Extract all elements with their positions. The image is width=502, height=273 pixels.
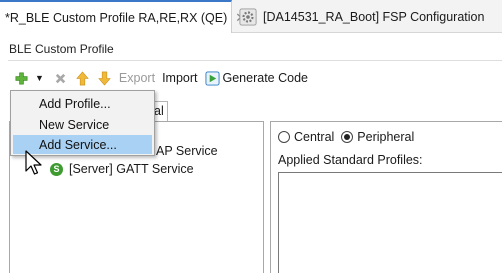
- tab-label: [DA14531_RA_Boot] FSP Configuration: [263, 9, 485, 24]
- applied-profiles-list[interactable]: [278, 172, 502, 273]
- applied-profiles-label: Applied Standard Profiles:: [278, 153, 423, 167]
- generate-code-label: Generate Code: [222, 71, 308, 85]
- peripheral-radio[interactable]: [341, 131, 354, 143]
- service-icon: S: [50, 162, 63, 176]
- delete-button[interactable]: [53, 71, 68, 86]
- chevron-down-icon[interactable]: ▼: [35, 73, 44, 83]
- tab-fsp-configuration[interactable]: [DA14531_RA_Boot] FSP Configuration: [233, 0, 502, 33]
- tree-item-label: AP Service: [156, 144, 218, 158]
- arrow-up-icon: [76, 71, 89, 85]
- central-radio[interactable]: [278, 131, 290, 143]
- plus-icon: [15, 72, 28, 84]
- arrow-down-icon: [98, 71, 111, 85]
- add-button[interactable]: [14, 71, 29, 86]
- editor-tab-bar: *R_BLE Custom Profile RA,RE,RX (QE) ✕ [D…: [0, 0, 502, 33]
- move-down-button[interactable]: [97, 71, 112, 86]
- tree-item-gatt-service[interactable]: S [Server] GATT Service: [50, 162, 194, 176]
- central-label: Central: [294, 130, 335, 144]
- mouse-pointer-icon: [25, 150, 42, 175]
- generate-code-button[interactable]: Generate Code: [204, 70, 308, 86]
- tab-ble-custom-profile[interactable]: *R_BLE Custom Profile RA,RE,RX (QE) ✕: [0, 0, 246, 33]
- role-selector: Central Peripheral: [278, 130, 414, 144]
- tree-item-gap-service[interactable]: AP Service: [156, 144, 218, 158]
- menu-item-add-profile[interactable]: Add Profile...: [13, 94, 152, 113]
- tab-label: *R_BLE Custom Profile RA,RE,RX (QE): [5, 10, 228, 25]
- menu-item-new-service[interactable]: New Service: [13, 115, 152, 134]
- import-button[interactable]: Import: [162, 71, 197, 85]
- page-title: BLE Custom Profile: [9, 42, 114, 56]
- gear-icon: [239, 7, 257, 26]
- move-up-button[interactable]: [75, 71, 90, 86]
- delete-icon: [55, 73, 66, 83]
- divider: [8, 60, 502, 61]
- generate-code-icon: [204, 70, 220, 86]
- peripheral-label: Peripheral: [357, 130, 415, 144]
- tree-item-label: [Server] GATT Service: [69, 162, 194, 176]
- toolbar: ▼ Export Import Generate Code: [14, 68, 315, 88]
- tab-general-label: al: [154, 104, 164, 118]
- export-button[interactable]: Export: [119, 71, 155, 85]
- add-dropdown-menu: Add Profile... New Service Add Service..…: [10, 90, 155, 156]
